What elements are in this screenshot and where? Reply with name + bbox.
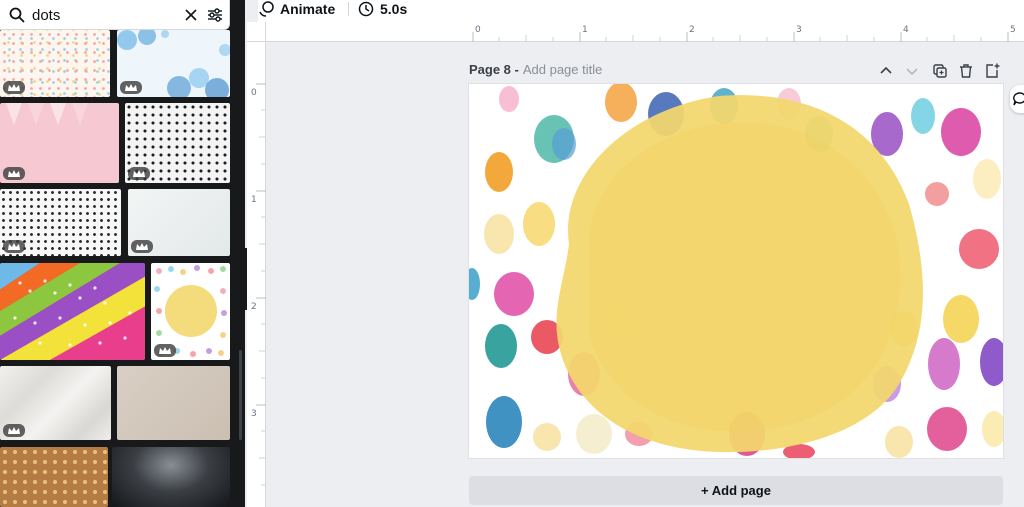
top-toolbar: Animate 5.0s xyxy=(258,0,1024,22)
page-header: Page 8 - Add page title xyxy=(469,60,1003,80)
ruler-vertical: 0 1 2 3 xyxy=(247,42,266,507)
filter-icon[interactable] xyxy=(206,6,224,24)
clear-search-icon[interactable] xyxy=(182,6,200,24)
clock-icon xyxy=(358,1,374,17)
premium-crown-icon xyxy=(3,240,25,253)
thumbnail-pink-bunting[interactable] xyxy=(0,103,119,183)
search-icon xyxy=(9,7,25,23)
premium-crown-icon xyxy=(3,424,25,437)
thumbnail-rainbow-stripes-dots[interactable] xyxy=(0,263,145,360)
animate-label: Animate xyxy=(280,1,336,17)
animate-icon xyxy=(259,1,274,17)
duration-button[interactable]: 5.0s xyxy=(358,0,407,18)
premium-crown-icon xyxy=(120,81,142,94)
object-panel xyxy=(0,0,245,507)
watercolor-dots-design xyxy=(469,84,1003,458)
add-page-icon[interactable] xyxy=(983,62,1001,80)
premium-crown-icon xyxy=(154,344,176,357)
page-title-input[interactable]: Add page title xyxy=(523,62,603,77)
editor-app: Animate 5.0s 0 xyxy=(0,0,1024,507)
page-label: Page 8 - xyxy=(469,62,519,77)
ruler-top-tick: 0 xyxy=(475,25,481,35)
toolbar-divider xyxy=(348,2,349,16)
ruler-corner xyxy=(247,22,266,42)
thumbnail-grid xyxy=(0,30,232,507)
move-page-down-icon[interactable] xyxy=(903,62,921,80)
premium-crown-icon xyxy=(128,167,150,180)
thumbnail-white-black-polka-dots-2[interactable] xyxy=(0,189,121,256)
thumbnail-crumpled-paper[interactable] xyxy=(0,366,111,440)
page-title-row: Page 8 - Add page title xyxy=(469,62,602,77)
comment-icon xyxy=(1013,92,1024,106)
ruler-left-tick: 2 xyxy=(251,302,257,312)
thumbnail-white-black-polka-dots[interactable] xyxy=(125,103,230,183)
thumbnail-watercolor-dots-yellow-circle[interactable] xyxy=(151,263,230,360)
ruler-horizontal: 0 1 2 3 4 5 xyxy=(266,22,1024,42)
premium-crown-icon xyxy=(3,81,25,94)
thumbnail-confetti-dots[interactable] xyxy=(0,30,110,97)
notes-toggle-button[interactable] xyxy=(1010,85,1024,113)
thumbnail-dark-metal-mesh[interactable] xyxy=(112,447,230,507)
move-page-up-icon[interactable] xyxy=(877,62,895,80)
thumbnail-gold-dots-kraft[interactable] xyxy=(0,447,108,507)
ruler-top-tick: 3 xyxy=(796,25,802,35)
search-bar[interactable] xyxy=(0,0,230,30)
animate-button[interactable]: Animate xyxy=(258,0,335,18)
ruler-top-tick: 2 xyxy=(689,25,695,35)
duplicate-page-icon[interactable] xyxy=(931,62,949,80)
premium-crown-icon xyxy=(131,240,153,253)
duration-label: 5.0s xyxy=(380,1,408,17)
add-page-label: + Add page xyxy=(701,483,771,498)
design-canvas[interactable] xyxy=(469,84,1003,458)
ruler-left-tick: 3 xyxy=(251,409,257,419)
ruler-left-tick: 0 xyxy=(251,88,257,98)
ruler-left-tick: 1 xyxy=(251,195,257,205)
search-input[interactable] xyxy=(32,5,172,25)
thumbnail-white-gray-texture[interactable] xyxy=(128,189,230,256)
delete-page-icon[interactable] xyxy=(957,62,975,80)
ruler-top-tick: 5 xyxy=(1010,25,1016,35)
panel-scrollbar[interactable] xyxy=(239,350,242,440)
thumbnail-beige-paper[interactable] xyxy=(117,366,230,440)
ruler-top-tick: 4 xyxy=(903,25,909,35)
ruler-top-tick: 1 xyxy=(582,25,588,35)
add-page-button[interactable]: + Add page xyxy=(469,476,1003,505)
premium-crown-icon xyxy=(3,167,25,180)
thumbnail-blue-bokeh-dots[interactable] xyxy=(117,30,230,97)
